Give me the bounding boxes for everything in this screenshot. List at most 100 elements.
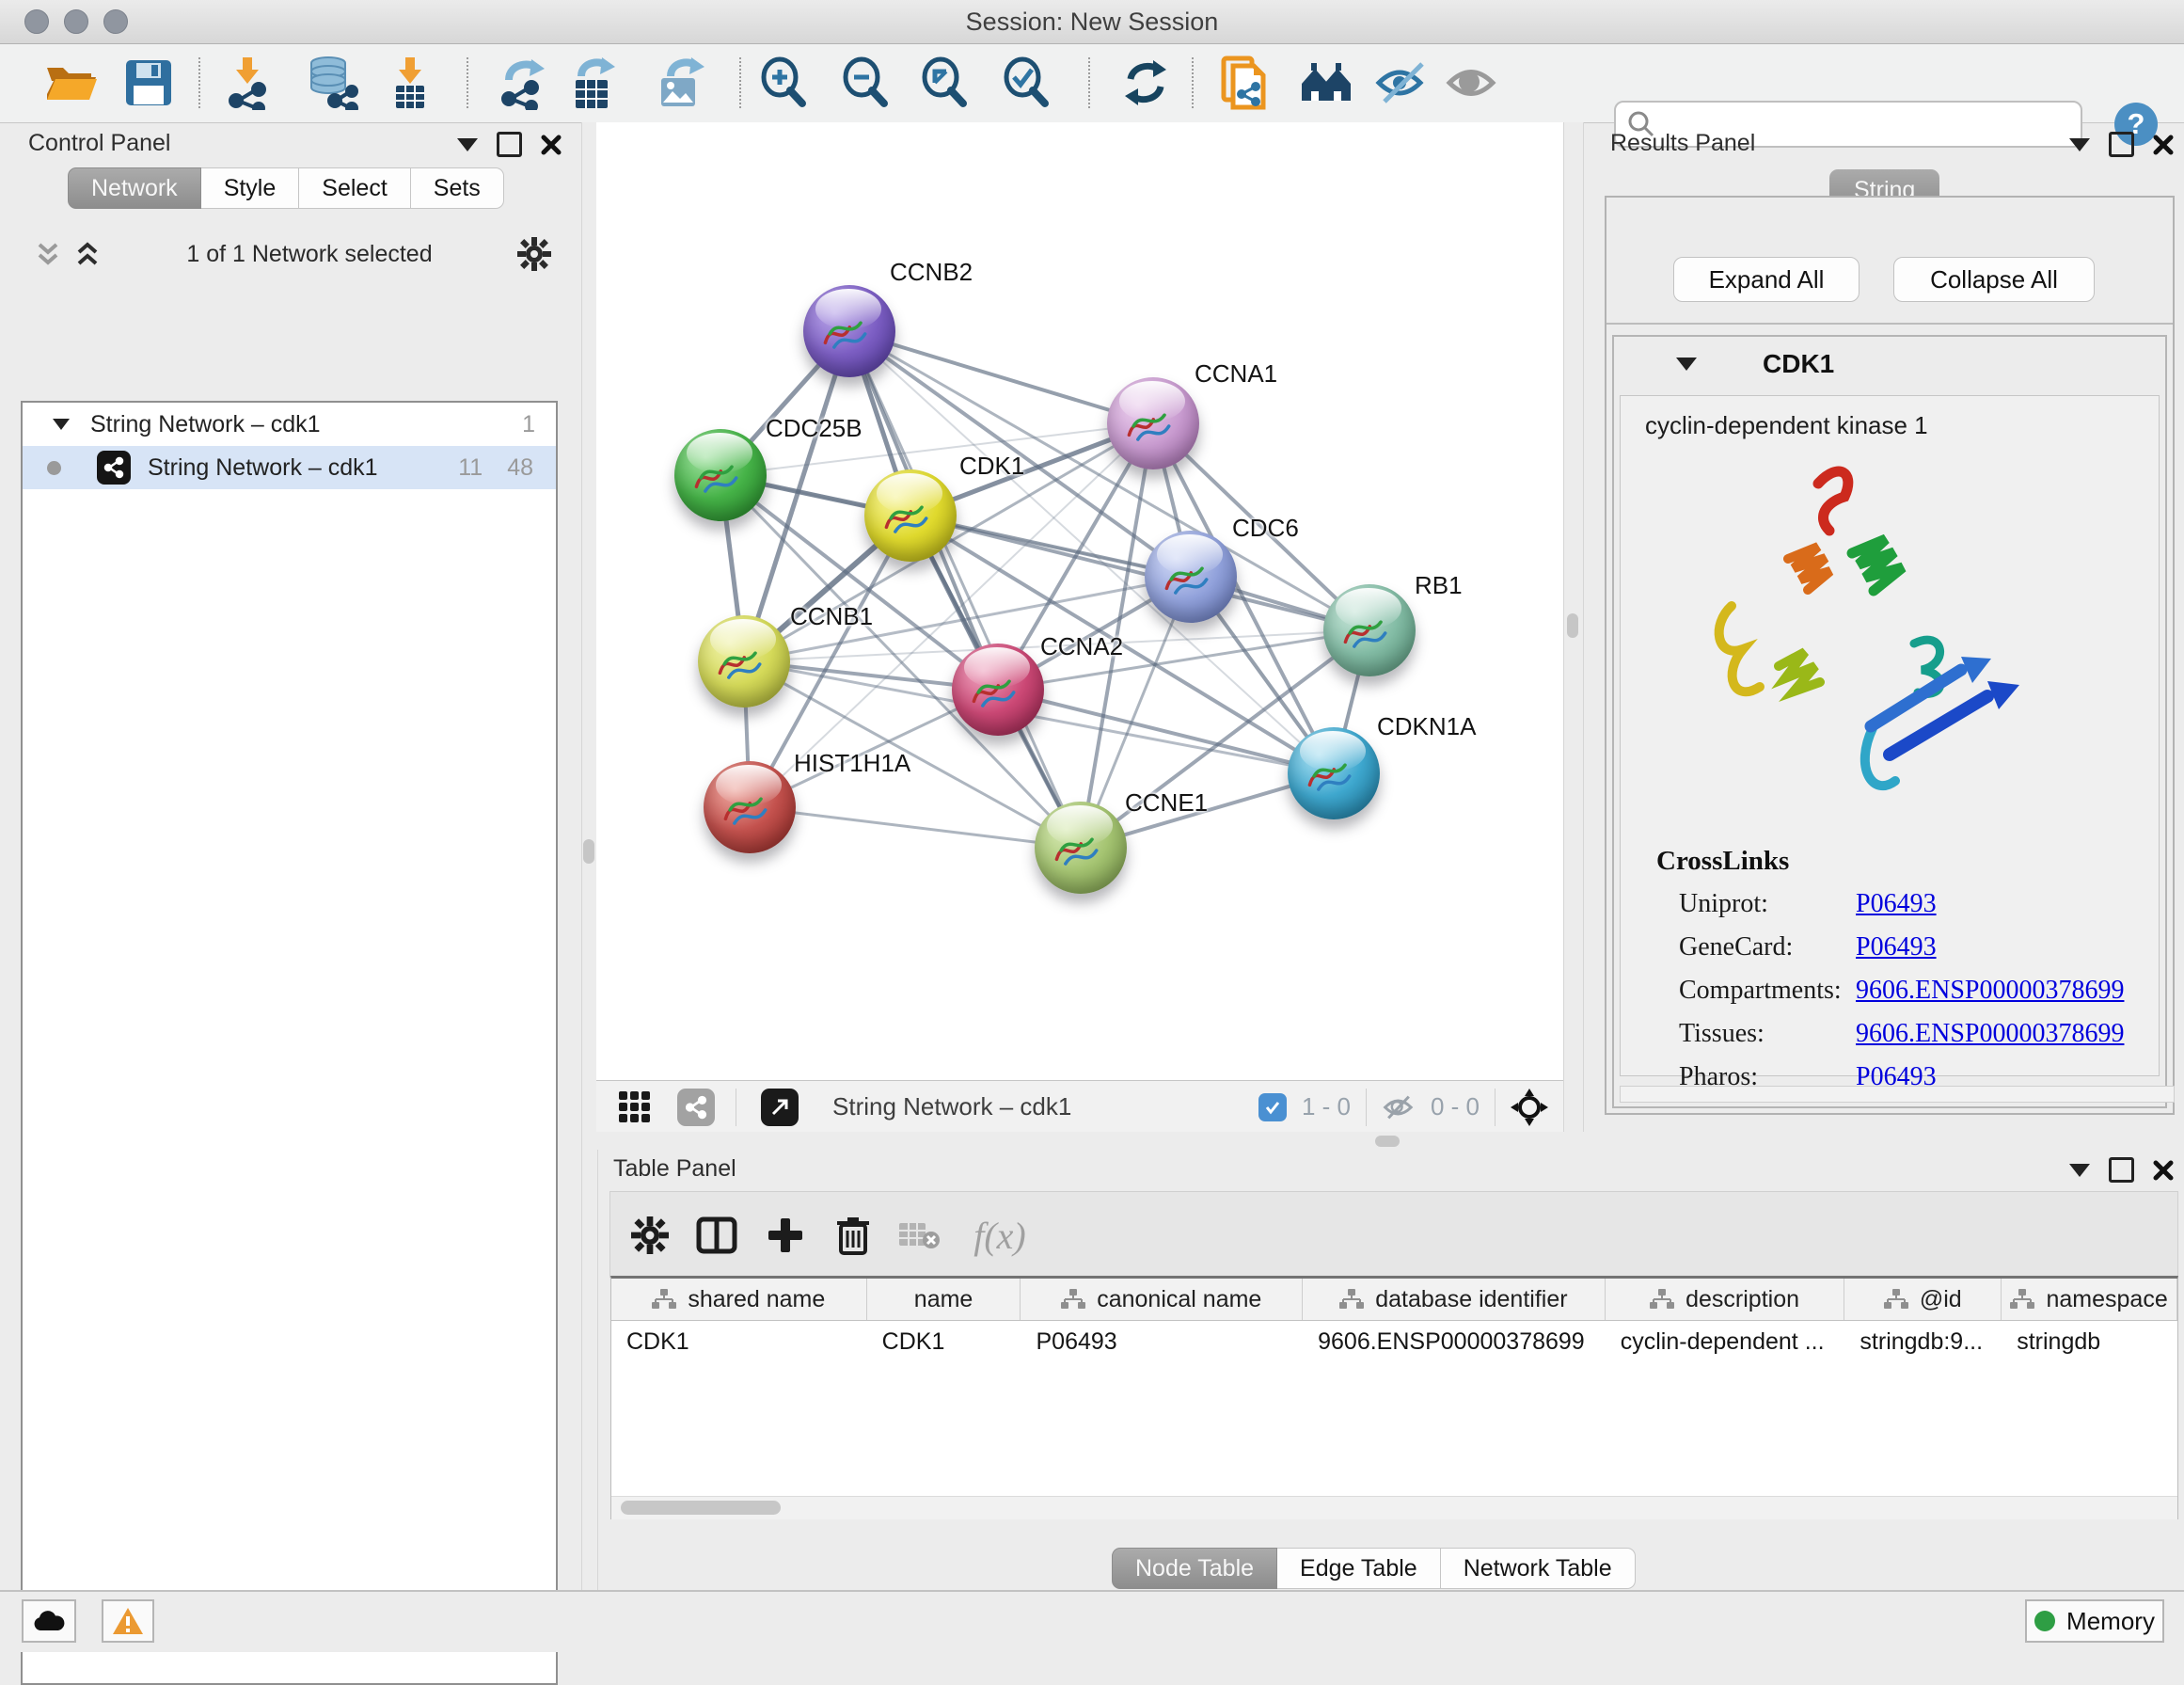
column-header-name[interactable]: name	[867, 1279, 1021, 1320]
column-header-label: shared name	[688, 1286, 825, 1313]
table-cell[interactable]: CDK1	[611, 1321, 867, 1362]
collapse-all-icon[interactable]	[73, 240, 102, 268]
column-header-@id[interactable]: @id	[1844, 1279, 2002, 1320]
left-splitter-handle[interactable]	[583, 839, 594, 864]
table-cell[interactable]: stringdb:9...	[1844, 1321, 2002, 1362]
function-builder-button[interactable]: f(x)	[960, 1209, 1039, 1262]
collapse-panel-icon[interactable]	[2069, 1164, 2090, 1177]
network-collection-row[interactable]: String Network – cdk1 1	[23, 403, 556, 446]
close-panel-icon[interactable]	[2153, 1160, 2174, 1181]
zoom-out-button[interactable]	[836, 54, 894, 112]
delete-table-button[interactable]	[893, 1209, 945, 1262]
node-cdk1[interactable]	[864, 469, 957, 562]
tab-sets[interactable]: Sets	[411, 167, 504, 209]
float-panel-icon[interactable]	[2109, 132, 2134, 157]
tab-edge-table[interactable]: Edge Table	[1277, 1548, 1441, 1589]
home-button[interactable]	[1297, 54, 1355, 112]
show-all-button[interactable]	[1373, 54, 1432, 112]
float-panel-icon[interactable]	[497, 132, 522, 157]
node-rb1[interactable]	[1323, 584, 1416, 676]
import-network-button[interactable]	[218, 54, 277, 112]
node-ccnb1[interactable]	[698, 615, 790, 707]
close-panel-icon[interactable]	[541, 135, 562, 155]
table-hscrollbar[interactable]	[611, 1496, 2177, 1519]
crosslink-link[interactable]: P06493	[1856, 889, 1937, 919]
export-table-button[interactable]	[563, 54, 622, 112]
gene-scrollbar[interactable]	[1620, 1086, 2175, 1103]
gene-expander-icon[interactable]	[1676, 358, 1697, 371]
node-ccna1[interactable]	[1107, 377, 1199, 469]
collapse-all-button[interactable]: Collapse All	[1893, 257, 2095, 302]
zoom-in-button[interactable]	[754, 54, 813, 112]
crosslink-row: Uniprot:P06493	[1621, 882, 2159, 926]
export-image-button[interactable]	[652, 54, 710, 112]
control-panel-tabs: NetworkStyleSelectSets	[68, 167, 504, 209]
tab-network[interactable]: Network	[68, 167, 201, 209]
zoom-fit-button[interactable]	[915, 54, 973, 112]
crosslink-link[interactable]: 9606.ENSP00000378699	[1856, 976, 2124, 1006]
show-columns-button[interactable]	[690, 1209, 743, 1262]
expand-all-icon[interactable]	[34, 240, 62, 268]
table-cell[interactable]: P06493	[1021, 1321, 1303, 1362]
table-settings-button[interactable]	[624, 1209, 676, 1262]
warning-button[interactable]	[102, 1599, 154, 1643]
open-in-new-icon[interactable]	[761, 1089, 799, 1126]
collection-expander-icon[interactable]	[53, 419, 70, 430]
refresh-button[interactable]	[1116, 54, 1175, 112]
node-cdc6[interactable]	[1145, 531, 1237, 623]
eye-button[interactable]	[1443, 54, 1501, 112]
table-toolbar: f(x)	[609, 1191, 2178, 1278]
import-network-db-button[interactable]	[302, 54, 360, 112]
node-cdkn1a[interactable]	[1288, 727, 1380, 819]
crosslink-link[interactable]: P06493	[1856, 932, 1937, 962]
table-cell[interactable]: CDK1	[867, 1321, 1021, 1362]
crosslink-link[interactable]: 9606.ENSP00000378699	[1856, 1019, 2124, 1049]
column-header-database-identifier[interactable]: database identifier	[1303, 1279, 1606, 1320]
duplicate-network-button[interactable]	[1215, 54, 1274, 112]
bottom-splitter-handle[interactable]	[1375, 1136, 1400, 1147]
node-ccne1[interactable]	[1035, 802, 1127, 894]
delete-column-button[interactable]	[827, 1209, 879, 1262]
column-header-shared-name[interactable]: shared name	[611, 1279, 867, 1320]
table-cell[interactable]: cyclin-dependent ...	[1606, 1321, 1845, 1362]
node-hist1h1a[interactable]	[704, 761, 796, 853]
column-header-description[interactable]: description	[1606, 1279, 1845, 1320]
table-cell[interactable]: stringdb	[2002, 1321, 2177, 1362]
node-ccna2[interactable]	[952, 644, 1044, 736]
network-row[interactable]: String Network – cdk1 11 48	[23, 446, 556, 489]
add-column-button[interactable]	[759, 1209, 812, 1262]
cloud-button[interactable]	[22, 1599, 76, 1643]
table-row[interactable]: CDK1CDK1P064939606.ENSP00000378699cyclin…	[611, 1321, 2177, 1362]
node-cdc25b[interactable]	[674, 429, 767, 521]
tab-network-table[interactable]: Network Table	[1441, 1548, 1636, 1589]
tab-select[interactable]: Select	[299, 167, 410, 209]
table-hscrollbar-thumb[interactable]	[621, 1501, 781, 1515]
grid-mode-icon[interactable]	[617, 1089, 653, 1125]
tab-style[interactable]: Style	[201, 167, 300, 209]
zoom-selected-button[interactable]	[997, 54, 1055, 112]
selected-checkbox-icon[interactable]	[1258, 1093, 1287, 1121]
import-table-button[interactable]	[381, 54, 439, 112]
open-session-button[interactable]	[40, 54, 99, 112]
collapse-panel-icon[interactable]	[2069, 138, 2090, 151]
table-cell[interactable]: 9606.ENSP00000378699	[1303, 1321, 1606, 1362]
column-header-canonical-name[interactable]: canonical name	[1021, 1279, 1303, 1320]
gear-icon[interactable]	[517, 237, 551, 271]
expand-all-button[interactable]: Expand All	[1673, 257, 1860, 302]
network-share-icon[interactable]	[677, 1089, 715, 1126]
column-header-namespace[interactable]: namespace	[2002, 1279, 2177, 1320]
export-network-button[interactable]	[494, 54, 552, 112]
right-splitter-handle[interactable]	[1567, 613, 1578, 638]
network-canvas[interactable]: CCNB2 CCNA1 CDC25B CDK1	[596, 122, 1563, 1080]
memory-button[interactable]: Memory	[2025, 1599, 2164, 1643]
gene-section-header[interactable]: CDK1	[1614, 337, 2165, 391]
table-tabs: Node TableEdge TableNetwork Table	[1112, 1548, 1636, 1589]
tab-node-table[interactable]: Node Table	[1112, 1548, 1277, 1589]
collapse-panel-icon[interactable]	[457, 138, 478, 151]
birdseye-icon[interactable]	[1511, 1089, 1548, 1126]
float-panel-icon[interactable]	[2109, 1157, 2134, 1183]
node-ccnb2[interactable]	[803, 285, 895, 377]
close-panel-icon[interactable]	[2153, 135, 2174, 155]
hidden-eye-slash-icon[interactable]	[1382, 1093, 1416, 1121]
save-session-button[interactable]	[119, 54, 178, 112]
